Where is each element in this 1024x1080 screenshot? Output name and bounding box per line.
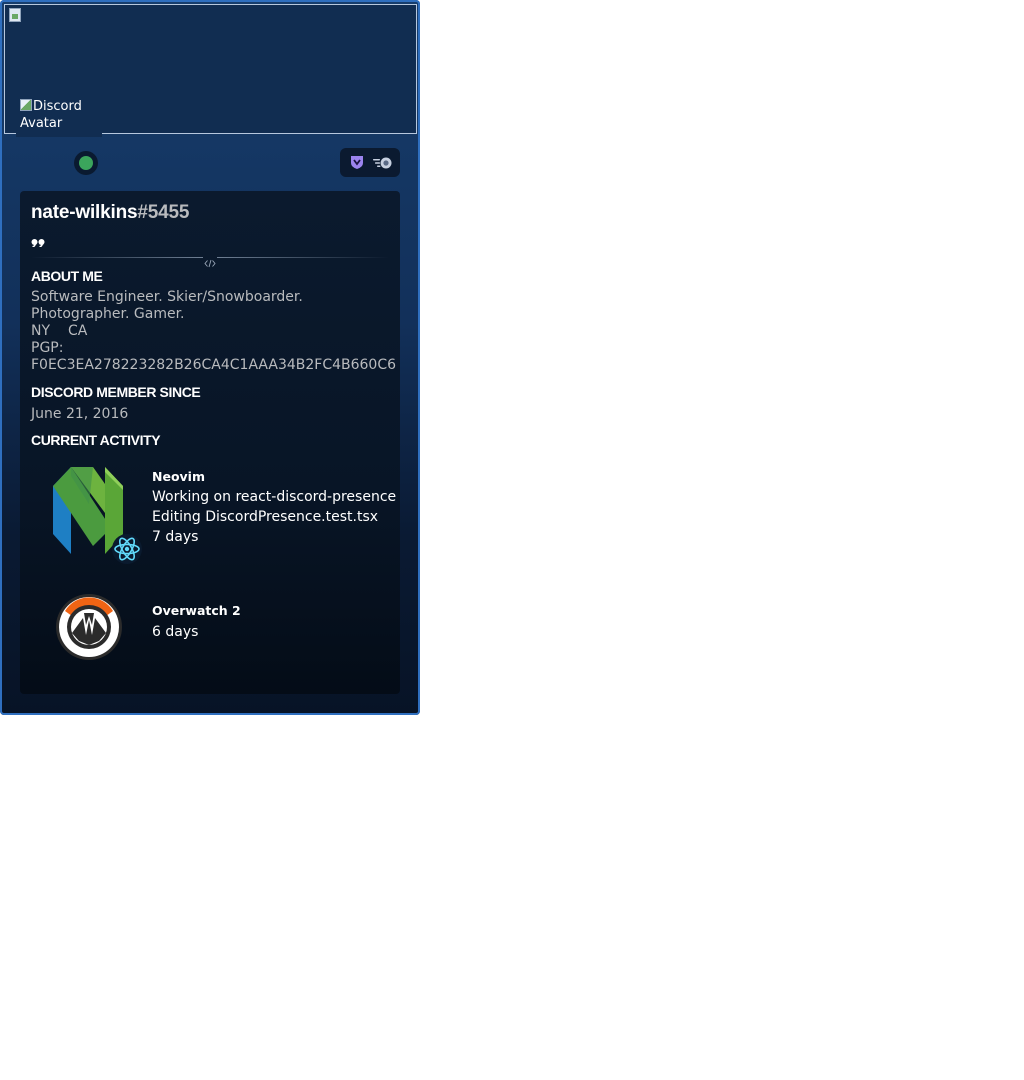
- member-since-date: June 21, 2016: [31, 406, 129, 422]
- quote-icon: [31, 232, 46, 251]
- activity-elapsed: 7 days: [152, 529, 199, 545]
- about-me-title: ABOUT ME: [31, 268, 103, 284]
- activity-state: Editing DiscordPresence.test.tsx: [152, 509, 379, 525]
- overwatch-logo-icon: [53, 589, 125, 667]
- banner-image: [9, 8, 21, 22]
- current-activity-title: CURRENT ACTIVITY: [31, 432, 161, 448]
- activity-elapsed: 6 days: [152, 624, 199, 640]
- status-indicator: [74, 151, 98, 175]
- code-icon: [204, 253, 216, 272]
- about-line: Software Engineer. Skier/Snowboarder. Ph…: [31, 289, 303, 322]
- broken-image-icon: [20, 99, 32, 111]
- pgp-key[interactable]: F0EC3EA278223282B26CA4C1AAA34B2FC4B660C6: [31, 357, 396, 374]
- neovim-logo-icon: [51, 466, 144, 568]
- badge-list: [340, 148, 400, 177]
- about-location-ca: CA: [68, 323, 88, 339]
- about-me-text: Software Engineer. Skier/Snowboarder. Ph…: [31, 289, 396, 374]
- online-status-dot: [79, 156, 93, 170]
- activity-details: Working on react-discord-presence: [152, 489, 397, 505]
- nitro-icon[interactable]: [372, 155, 394, 174]
- avatar[interactable]: Discord Avatar: [16, 95, 102, 137]
- profile-body: nate-wilkins#5455 ABOUT ME Software Engi…: [20, 191, 400, 694]
- username-text: nate-wilkins: [31, 202, 138, 223]
- activity-item[interactable]: Neovim Working on react-discord-presence…: [51, 466, 397, 564]
- about-line: PGP:: [31, 340, 64, 356]
- section-divider: [31, 253, 389, 268]
- hypesquad-icon[interactable]: [350, 155, 364, 174]
- activity-item[interactable]: Overwatch 2 6 days: [51, 589, 391, 684]
- member-since-title: DISCORD MEMBER SINCE: [31, 384, 201, 400]
- profile-card: Discord Avatar nate-wilkins#5455 ABOUT M…: [0, 0, 420, 715]
- username[interactable]: nate-wilkins#5455: [31, 202, 189, 224]
- discriminator: #5455: [137, 202, 190, 223]
- about-location-ny: NY: [31, 323, 51, 339]
- activity-name: Neovim: [152, 469, 205, 484]
- activity-name: Overwatch 2: [152, 603, 241, 618]
